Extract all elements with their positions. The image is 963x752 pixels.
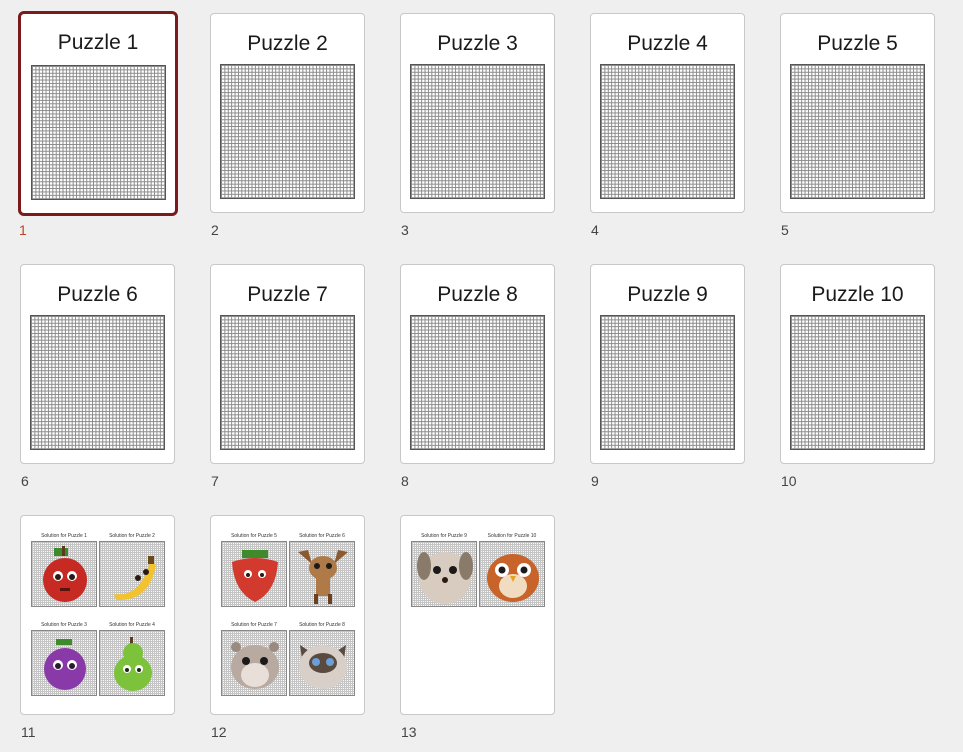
slide-thumbnail-3[interactable]: Puzzle 3 [400, 13, 555, 213]
slide-thumbnail-1[interactable]: Puzzle 1 [18, 11, 178, 216]
banana-pixel-art [114, 556, 156, 601]
slide-thumbnail-13[interactable]: Solution for Puzzle 9 Solution for Puzzl… [400, 515, 555, 715]
puzzle-grid [790, 64, 925, 199]
slide-number: 9 [591, 473, 599, 489]
slide-title: Puzzle 2 [247, 32, 328, 55]
slide-number: 10 [781, 473, 797, 489]
dog-pixel-art [417, 552, 473, 604]
solution-label: Solution for Puzzle 1 [41, 533, 87, 539]
slide-number: 11 [21, 724, 36, 740]
puzzle-grid [790, 315, 925, 450]
solution-label: Solution for Puzzle 9 [421, 533, 467, 539]
slide-thumbnail-8[interactable]: Puzzle 8 [400, 264, 555, 464]
solution-grid [221, 630, 287, 696]
solution-grid [479, 541, 545, 607]
slide-thumbnail-6[interactable]: Puzzle 6 [20, 264, 175, 464]
solution-label: Solution for Puzzle 8 [299, 622, 345, 628]
cat-pixel-art [299, 645, 347, 689]
slide-title: Puzzle 3 [437, 32, 518, 55]
puzzle-grid [410, 315, 545, 450]
solution-cell: Solution for Puzzle 9 [411, 532, 477, 607]
hamster-pixel-art [231, 642, 279, 689]
slide-thumbnail-7[interactable]: Puzzle 7 [210, 264, 365, 464]
slide-number: 8 [401, 473, 409, 489]
solution-label: Solution for Puzzle 3 [41, 622, 87, 628]
slide-title: Puzzle 1 [57, 31, 139, 54]
slide-thumbnail-10[interactable]: Puzzle 10 [780, 264, 935, 464]
solution-cell: Solution for Puzzle 8 [289, 621, 355, 696]
slide-number: 4 [591, 222, 599, 238]
slide-thumbnail-4[interactable]: Puzzle 4 [590, 13, 745, 213]
slide-thumbnail-5[interactable]: Puzzle 5 [780, 13, 935, 213]
solution-label: Solution for Puzzle 5 [231, 533, 277, 539]
solution-grid [289, 541, 355, 607]
solution-grid [99, 630, 165, 696]
solution-cell: Solution for Puzzle 3 [31, 621, 97, 696]
solution-cell: Solution for Puzzle 2 [99, 532, 165, 607]
slide-title: Puzzle 6 [57, 283, 138, 306]
puzzle-grid [410, 64, 545, 199]
slide-number: 12 [211, 724, 227, 740]
solution-grid [221, 541, 287, 607]
owl-pixel-art [487, 554, 539, 602]
puzzle-grid [31, 65, 166, 200]
solution-grid [289, 630, 355, 696]
solution-grid [31, 630, 97, 696]
puzzle-grid [220, 64, 355, 199]
apple-pixel-art [43, 546, 87, 602]
slide-number: 2 [211, 222, 219, 238]
solution-label: Solution for Puzzle 7 [231, 622, 277, 628]
puzzle-grid [30, 315, 165, 450]
solution-cell: Solution for Puzzle 10 [479, 532, 545, 607]
slide-title: Puzzle 5 [817, 32, 898, 55]
slide-title: Puzzle 10 [811, 283, 904, 306]
deer-pixel-art [298, 550, 348, 604]
strawberry-pixel-art [232, 550, 278, 602]
solution-label: Solution for Puzzle 2 [109, 533, 155, 539]
solution-label: Solution for Puzzle 10 [487, 533, 537, 539]
slide-title: Puzzle 9 [627, 283, 708, 306]
slide-title: Puzzle 7 [247, 283, 328, 306]
solution-grid [99, 541, 165, 607]
solution-grid [31, 541, 97, 607]
slide-title: Puzzle 8 [437, 283, 518, 306]
solution-cell: Solution for Puzzle 6 [289, 532, 355, 607]
slide-number: 13 [401, 724, 417, 740]
slide-thumbnail-11[interactable]: Solution for Puzzle 1 Solution for Puzzl… [20, 515, 175, 715]
slide-number: 1 [19, 222, 27, 238]
solution-label: Solution for Puzzle 4 [109, 622, 155, 628]
slide-number: 6 [21, 473, 29, 489]
slide-thumbnail-2[interactable]: Puzzle 2 [210, 13, 365, 213]
slide-number: 3 [401, 222, 409, 238]
solution-grid [411, 541, 477, 607]
solution-cell: Solution for Puzzle 1 [31, 532, 97, 607]
puzzle-grid [220, 315, 355, 450]
slide-thumbnail-12[interactable]: Solution for Puzzle 5 Solution for Puzzl… [210, 515, 365, 715]
slide-thumbnail-9[interactable]: Puzzle 9 [590, 264, 745, 464]
solution-cell: Solution for Puzzle 5 [221, 532, 287, 607]
solution-cell: Solution for Puzzle 7 [221, 621, 287, 696]
slide-number: 5 [781, 222, 789, 238]
puzzle-grid [600, 64, 735, 199]
plum-pixel-art [44, 639, 86, 690]
pear-pixel-art [114, 637, 152, 691]
solution-label: Solution for Puzzle 6 [299, 533, 345, 539]
slide-title: Puzzle 4 [627, 32, 708, 55]
slide-number: 7 [211, 473, 219, 489]
solution-cell: Solution for Puzzle 4 [99, 621, 165, 696]
puzzle-grid [600, 315, 735, 450]
